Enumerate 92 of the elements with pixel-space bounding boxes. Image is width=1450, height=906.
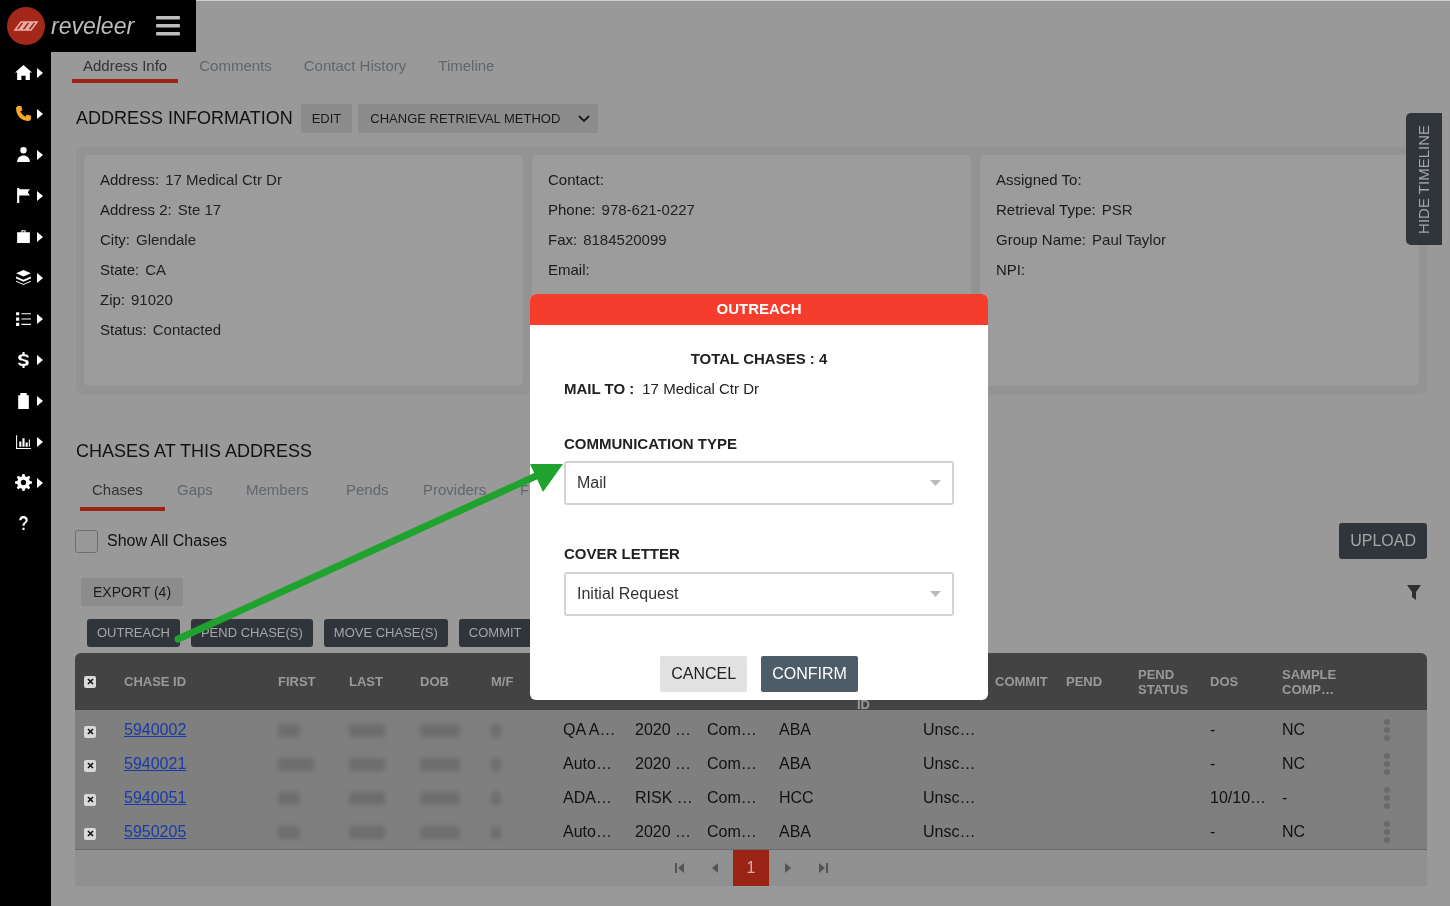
cancel-button[interactable]: CANCEL	[660, 655, 748, 692]
table-cell-text: -	[1210, 754, 1216, 774]
table-cell-text: QA A…	[563, 720, 616, 740]
table-cell-text: -	[1210, 720, 1216, 740]
table-cell-text: -	[1282, 788, 1288, 808]
page-button[interactable]: 1	[733, 850, 769, 886]
field-value: CA	[145, 259, 167, 280]
table-cell-text: 2020 …	[635, 822, 692, 842]
field-value: Glendale	[136, 229, 197, 250]
table-cell-text: Unsc…	[923, 822, 976, 842]
action-button[interactable]: COMMIT	[458, 619, 532, 647]
column-header: DOS	[1210, 674, 1240, 689]
field-value: 8184520099	[583, 229, 667, 250]
table-cell-text: ABA	[779, 822, 811, 842]
field-label: COVER LETTER	[564, 544, 681, 564]
table-cell-text: NC	[1282, 754, 1306, 774]
dropdown-field[interactable]: Initial Request	[564, 571, 954, 616]
field-label: Group Name:	[996, 229, 1087, 250]
table-cell-text: HCC	[779, 788, 814, 808]
dialog-title: OUTREACH	[716, 299, 802, 320]
tab[interactable]: Chases	[80, 473, 165, 511]
table-cell-text: Auto…	[563, 822, 612, 842]
chase-id-link[interactable]: 5940051	[124, 786, 187, 810]
table-cell-text: 2020 …	[635, 754, 692, 774]
tab[interactable]: Address Info	[72, 52, 179, 83]
mail-to-value: 17 Medical Ctr Dr	[642, 379, 759, 399]
chase-id-link[interactable]: 5950205	[124, 820, 187, 844]
table-cell-text: Com…	[707, 788, 757, 808]
column-header: M/F	[491, 674, 515, 689]
field-value: 978-621-0227	[601, 199, 695, 220]
section-title: ADDRESS INFORMATION	[76, 107, 293, 130]
field-label: Contact:	[548, 169, 604, 190]
show-all-chases-checkbox[interactable]: Show All Chases	[75, 529, 228, 553]
dropdown-field[interactable]: Mail	[564, 461, 954, 505]
field-label: Retrieval Type:	[996, 199, 1096, 220]
column-header: DOB	[420, 674, 450, 689]
table-cell-text: Com…	[707, 754, 757, 774]
table-cell-text: -	[1210, 822, 1216, 842]
export-button[interactable]: EXPORT (4)	[81, 578, 184, 606]
action-button[interactable]: OUTREACH	[87, 619, 180, 647]
table-cell-text: ABA	[779, 720, 811, 740]
table-cell-text: Unsc…	[923, 720, 976, 740]
table-cell-text: Unsc…	[923, 754, 976, 774]
field-value: Ste 17	[177, 199, 222, 220]
column-header: SAMPLE COMP…	[1282, 666, 1338, 697]
column-header: CHASE ID	[124, 674, 188, 689]
field-label: City:	[100, 229, 130, 250]
field-label: Status:	[100, 319, 147, 340]
field-value: 91020	[131, 289, 173, 310]
table-cell-text: ABA	[779, 754, 811, 774]
table-cell-text: 10/10…	[1210, 788, 1267, 808]
mail-to-label: MAIL TO :	[564, 379, 635, 399]
column-header: PEND	[1066, 674, 1104, 689]
table-cell-text: Auto…	[563, 754, 612, 774]
column-header: FIRST	[278, 674, 317, 689]
chase-id-link[interactable]: 5940021	[124, 752, 187, 776]
action-button[interactable]: MOVE CHASE(S)	[323, 619, 448, 647]
table-cell-text: NC	[1282, 720, 1306, 740]
hide-timeline-tab[interactable]: HIDE TIMELINE	[1406, 113, 1442, 245]
column-header: ID	[856, 695, 871, 712]
field-label: Address 2:	[100, 199, 172, 220]
field-label: Address:	[100, 169, 160, 190]
field-value: Paul Taylor	[1092, 229, 1166, 250]
table-cell-text: 2020 …	[635, 720, 692, 740]
section-title: CHASES AT THIS ADDRESS	[76, 440, 313, 463]
table-cell-text: Com…	[707, 720, 757, 740]
edit-button[interactable]: EDIT	[300, 104, 353, 133]
confirm-button[interactable]: CONFIRM	[761, 655, 858, 692]
table-cell-text: Com…	[707, 822, 757, 842]
column-header: PEND STATUS	[1138, 666, 1190, 697]
field-label: Assigned To:	[996, 169, 1082, 190]
table-cell-text: ADA…	[563, 788, 612, 808]
change-retrieval-method-dropdown[interactable]: CHANGE RETRIEVAL METHOD	[358, 104, 599, 133]
table-cell-text: RISK …	[635, 788, 693, 808]
upload-button[interactable]: UPLOAD	[1339, 523, 1427, 559]
chase-id-link[interactable]: 5940002	[124, 718, 187, 742]
field-value: 17 Medical Ctr Dr	[165, 169, 282, 190]
field-label: Email:	[548, 259, 590, 280]
column-header: LAST	[349, 674, 384, 689]
field-label: Phone:	[548, 199, 596, 220]
table-cell-text: NC	[1282, 822, 1306, 842]
field-value: PSR	[1101, 199, 1133, 220]
field-value: Contacted	[152, 319, 222, 340]
table-cell-text: Unsc…	[923, 788, 976, 808]
brand-name: reveleer	[51, 11, 135, 41]
field-label: State:	[100, 259, 140, 280]
field-label: COMMUNICATION TYPE	[564, 433, 739, 454]
field-label: Zip:	[100, 289, 125, 310]
column-header: COMMIT	[995, 674, 1049, 689]
field-label: NPI:	[996, 259, 1026, 280]
field-label: Fax:	[548, 229, 578, 250]
total-chases: TOTAL CHASES : 4	[690, 350, 828, 367]
